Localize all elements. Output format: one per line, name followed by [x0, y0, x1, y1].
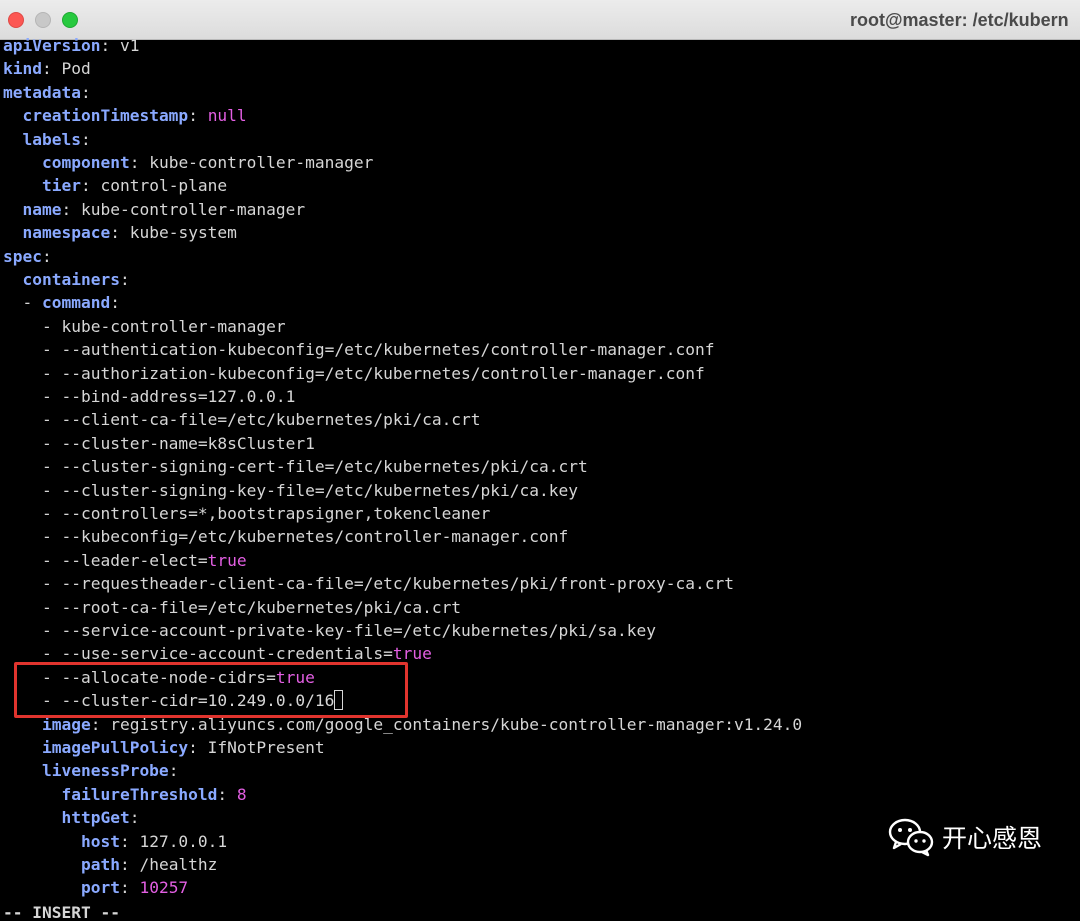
- yaml-key: name: [22, 199, 62, 219]
- watermark-text: 开心感恩: [941, 824, 1042, 853]
- yaml-key: kind: [3, 59, 42, 79]
- literal-value: true: [392, 644, 432, 664]
- command-arg: --service-account-private-key-file=/etc/…: [61, 621, 656, 640]
- editor-line: - --authorization-kubeconfig=/etc/kubern…: [41, 363, 705, 383]
- editor-line: - --cluster-name=k8sCluster1: [41, 433, 315, 453]
- editor-line: host: 127.0.0.1: [80, 831, 228, 851]
- command-arg: --cluster-signing-cert-file=/etc/kuberne…: [61, 457, 588, 477]
- yaml-value: kube-controller-manager: [149, 153, 374, 172]
- yaml-value: null: [207, 106, 247, 126]
- yaml-key: namespace: [22, 223, 111, 243]
- yaml-value: 10257: [139, 878, 189, 898]
- editor-line: - kube-controller-manager: [41, 316, 286, 336]
- command-arg: --cluster-signing-key-file=/etc/kubernet…: [61, 480, 579, 500]
- yaml-value: v1: [119, 36, 140, 55]
- close-button[interactable]: [8, 12, 24, 28]
- editor-line: - --authentication-kubeconfig=/etc/kuber…: [41, 340, 715, 360]
- editor-line: - --controllers=*,bootstrapsigner,tokenc…: [41, 504, 491, 523]
- yaml-key: metadata: [3, 82, 81, 102]
- literal-value: true: [207, 550, 247, 570]
- yaml-value: IfNotPresent: [207, 738, 325, 757]
- command-arg: --leader-elect=: [61, 550, 208, 570]
- editor-line: name: kube-controller-manager: [22, 199, 306, 219]
- editor-line: kind: Pod: [3, 59, 91, 79]
- command-arg: kube-controller-manager: [61, 316, 286, 336]
- yaml-value: Pod: [61, 59, 91, 79]
- yaml-key: tier: [41, 176, 81, 196]
- terminal-window: root@master: /etc/kubern port: 10257 pat…: [0, 0, 1080, 921]
- yaml-key: livenessProbe: [41, 761, 169, 781]
- yaml-value: 8: [236, 784, 247, 804]
- editor-line: tier: control-plane: [41, 176, 228, 196]
- editor-line: creationTimestamp: null: [22, 106, 247, 126]
- editor-line: port: 10257: [80, 878, 189, 898]
- maximize-button[interactable]: [62, 12, 78, 28]
- yaml-key: port: [80, 878, 120, 898]
- editor-line: - --client-ca-file=/etc/kubernetes/pki/c…: [41, 410, 481, 430]
- command-arg: --bind-address=127.0.0.1: [61, 387, 296, 406]
- yaml-value: kube-system: [129, 223, 237, 243]
- minimize-button[interactable]: [35, 12, 51, 28]
- yaml-value: 127.0.0.1: [139, 831, 228, 851]
- editor-line: - --leader-elect=true: [41, 550, 247, 570]
- command-arg: --authorization-kubeconfig=/etc/kubernet…: [61, 363, 705, 383]
- watermark: 开心感恩: [888, 815, 1042, 859]
- yaml-key: spec: [3, 246, 42, 266]
- editor-line: - command:: [22, 293, 120, 313]
- editor-line: namespace: kube-system: [22, 223, 237, 243]
- editor-line: spec:: [3, 246, 52, 266]
- yaml-value: kube-controller-manager: [80, 199, 306, 219]
- editor-line: apiVersion: v1: [3, 36, 140, 55]
- editor-line: - --requestheader-client-ca-file=/etc/ku…: [41, 574, 734, 594]
- highlight-box: [14, 662, 408, 718]
- yaml-key: component: [41, 153, 130, 172]
- editor-line: - --service-account-private-key-file=/et…: [41, 621, 656, 640]
- editor-line: metadata:: [3, 82, 91, 102]
- vim-mode-indicator: -- INSERT --: [3, 903, 120, 921]
- editor-line: - --bind-address=127.0.0.1: [41, 387, 296, 406]
- yaml-key: command: [42, 293, 111, 313]
- yaml-key: labels: [22, 129, 81, 149]
- yaml-key: failureThreshold: [61, 784, 218, 804]
- yaml-key: host: [80, 831, 120, 851]
- editor-line: - --cluster-signing-key-file=/etc/kubern…: [41, 480, 579, 500]
- editor-line: - --root-ca-file=/etc/kubernetes/pki/ca.…: [41, 597, 462, 617]
- command-arg: --cluster-name=k8sCluster1: [61, 433, 315, 453]
- command-arg: --kubeconfig=/etc/kubernetes/controller-…: [61, 527, 569, 547]
- editor-line: imagePullPolicy: IfNotPresent: [41, 738, 325, 757]
- command-arg: --requestheader-client-ca-file=/etc/kube…: [61, 574, 734, 594]
- yaml-key: httpGet: [61, 808, 130, 828]
- wechat-icon: [888, 818, 934, 857]
- yaml-key: containers: [22, 270, 120, 289]
- editor-line: path: /healthz: [80, 855, 218, 874]
- yaml-key: imagePullPolicy: [41, 738, 189, 757]
- list-dash: -: [22, 293, 42, 313]
- editor-line: - --kubeconfig=/etc/kubernetes/controlle…: [41, 527, 569, 547]
- editor-line: labels:: [22, 129, 91, 149]
- editor-line: livenessProbe:: [41, 761, 179, 781]
- editor-line: failureThreshold: 8: [61, 784, 247, 804]
- editor-line: component: kube-controller-manager: [41, 153, 374, 172]
- yaml-value: /healthz: [139, 855, 218, 874]
- command-arg: --controllers=*,bootstrapsigner,tokencle…: [61, 504, 491, 523]
- editor-line: httpGet:: [61, 808, 140, 828]
- terminal-content[interactable]: port: 10257 path: /healthz host: 127.0.0…: [0, 34, 1080, 921]
- command-arg: --authentication-kubeconfig=/etc/kuberne…: [61, 340, 715, 360]
- command-arg: --client-ca-file=/etc/kubernetes/pki/ca.…: [61, 410, 481, 430]
- editor-line: containers:: [22, 270, 130, 289]
- yaml-value: control-plane: [100, 176, 228, 196]
- command-arg: --use-service-account-credentials=: [61, 644, 393, 664]
- editor-line: - --cluster-signing-cert-file=/etc/kuber…: [41, 457, 588, 477]
- command-arg: --root-ca-file=/etc/kubernetes/pki/ca.cr…: [61, 597, 462, 617]
- yaml-key: apiVersion: [3, 36, 101, 55]
- yaml-key: path: [80, 855, 120, 874]
- yaml-key: creationTimestamp: [22, 106, 189, 126]
